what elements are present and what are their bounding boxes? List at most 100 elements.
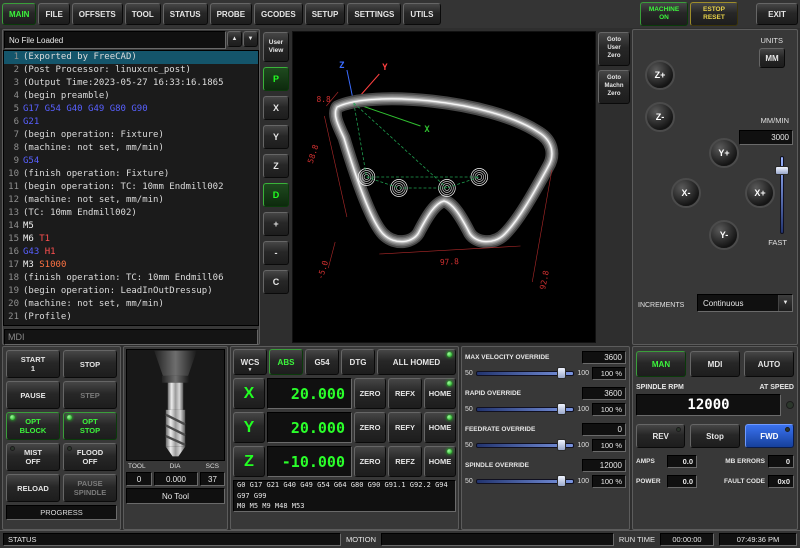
gcode-listing[interactable]: 1(Exported by FreeCAD)2(Post Processor: … xyxy=(3,50,259,326)
pause-button[interactable]: PAUSE xyxy=(6,381,60,409)
zero-y-button[interactable]: ZERO xyxy=(354,412,386,443)
wcs-dropdown-button[interactable]: WCS▼ xyxy=(233,349,267,375)
gcode-line[interactable]: 20(machine: not set, mm/min) xyxy=(4,298,258,311)
menu-status[interactable]: STATUS xyxy=(163,3,208,25)
view-x-button[interactable]: X xyxy=(263,96,289,120)
slider-handle[interactable] xyxy=(557,439,566,451)
gcode-line[interactable]: 19(begin operation: LeadInOutDressup) xyxy=(4,285,258,298)
pause-spindle-button[interactable]: PAUSE SPINDLE xyxy=(63,474,117,502)
gcode-line[interactable]: 16G43 H1 xyxy=(4,246,258,259)
jog-x-plus-button[interactable]: X+ xyxy=(745,178,775,208)
view-z-button[interactable]: Z xyxy=(263,154,289,178)
gcode-line[interactable]: 4(begin preamble) xyxy=(4,90,258,103)
units-mm-button[interactable]: MM xyxy=(759,48,785,68)
man-mode-button[interactable]: MAN xyxy=(636,351,686,377)
max-velocity-slider[interactable] xyxy=(476,366,575,380)
zero-x-button[interactable]: ZERO xyxy=(354,378,386,409)
jog-z-plus-button[interactable]: Z+ xyxy=(645,60,675,90)
opt-stop-button[interactable]: OPT STOP xyxy=(63,412,117,440)
view-p-button[interactable]: P xyxy=(263,67,289,91)
gcode-line[interactable]: 6G21 xyxy=(4,116,258,129)
slider-handle[interactable] xyxy=(557,475,566,487)
z-axis-button[interactable]: Z xyxy=(233,446,265,477)
gcode-line[interactable]: 9G54 xyxy=(4,155,258,168)
chevron-down-icon[interactable]: ▼ xyxy=(778,295,792,311)
gcode-line[interactable]: 10(finish operation: Fixture) xyxy=(4,168,258,181)
gcode-line[interactable]: 18(finish operation: TC: 10mm Endmill06 xyxy=(4,272,258,285)
jog-y-minus-button[interactable]: Y- xyxy=(709,220,739,250)
menu-tool[interactable]: TOOL xyxy=(125,3,161,25)
start-button[interactable]: START 1 xyxy=(6,350,60,378)
home-y-button[interactable]: HOME xyxy=(424,412,456,443)
jog-speed-slider-handle[interactable] xyxy=(775,166,789,175)
menu-offsets[interactable]: OFFSETS xyxy=(72,3,123,25)
spindle-fwd-button[interactable]: FWD xyxy=(745,424,794,448)
menu-main[interactable]: MAIN xyxy=(2,3,36,25)
spindle-override-slider[interactable] xyxy=(476,474,575,488)
zero-z-button[interactable]: ZERO xyxy=(354,446,386,477)
mdi-input[interactable] xyxy=(4,329,258,345)
gcode-line[interactable]: 12(machine: not set, mm/min) xyxy=(4,194,258,207)
goto-user-zero-button[interactable]: Goto User Zero xyxy=(598,32,630,66)
home-z-button[interactable]: HOME xyxy=(424,446,456,477)
jog-x-minus-button[interactable]: X- xyxy=(671,178,701,208)
gcode-line[interactable]: 1(Exported by FreeCAD) xyxy=(4,51,258,64)
gcode-line[interactable]: 5G17 G54 G40 G49 G80 G90 xyxy=(4,103,258,116)
menu-utils[interactable]: UTILS xyxy=(403,3,440,25)
jog-z-minus-button[interactable]: Z- xyxy=(645,102,675,132)
gcode-line[interactable]: 8(machine: not set, mm/min) xyxy=(4,142,258,155)
menu-settings[interactable]: SETTINGS xyxy=(347,3,401,25)
gcode-line[interactable]: 17M3 S1000 xyxy=(4,259,258,272)
x-axis-button[interactable]: X xyxy=(233,378,265,409)
dtg-button[interactable]: DTG xyxy=(341,349,375,375)
menu-setup[interactable]: SETUP xyxy=(305,3,346,25)
mist-button[interactable]: MIST OFF xyxy=(6,443,60,471)
goto-machine-zero-button[interactable]: Goto Machn Zero xyxy=(598,70,630,104)
estop-reset-button[interactable]: ESTOP RESET xyxy=(690,2,738,26)
loaded-file-combo[interactable]: No File Loaded xyxy=(4,31,226,49)
reload-button[interactable]: RELOAD xyxy=(6,474,60,502)
ref-x-button[interactable]: REFX xyxy=(388,378,422,409)
gcode-line[interactable]: 21(Profile) xyxy=(4,311,258,324)
file-scroll-up-icon[interactable]: ▲ xyxy=(227,31,242,47)
abs-button[interactable]: ABS xyxy=(269,349,303,375)
machine-on-button[interactable]: MACHINE ON xyxy=(640,2,688,26)
gcode-line[interactable]: 13(TC: 10mm Endmill002) xyxy=(4,207,258,220)
feedrate-override-slider[interactable] xyxy=(476,438,575,452)
user-view-button[interactable]: User View xyxy=(263,32,289,62)
mdi-mode-button[interactable]: MDI xyxy=(690,351,740,377)
file-scroll-down-icon[interactable]: ▼ xyxy=(243,31,258,47)
gcode-line[interactable]: 15M6 T1 xyxy=(4,233,258,246)
gcode-line[interactable]: 3(Output Time:2023-05-27 16:33:16.1865 xyxy=(4,77,258,90)
y-axis-button[interactable]: Y xyxy=(233,412,265,443)
ref-z-button[interactable]: REFZ xyxy=(388,446,422,477)
toolpath-canvas[interactable]: Z Y X xyxy=(292,31,596,343)
ref-y-button[interactable]: REFY xyxy=(388,412,422,443)
step-button[interactable]: STEP xyxy=(63,381,117,409)
spindle-stop-button[interactable]: Stop xyxy=(690,424,739,448)
flood-button[interactable]: FLOOD OFF xyxy=(63,443,117,471)
menu-gcodes[interactable]: GCODES xyxy=(254,3,303,25)
menu-probe[interactable]: PROBE xyxy=(210,3,252,25)
clear-plot-button[interactable]: C xyxy=(263,270,289,294)
gcode-line[interactable]: 11(begin operation: TC: 10mm Endmill002 xyxy=(4,181,258,194)
opt-block-button[interactable]: OPT BLOCK xyxy=(6,412,60,440)
zoom-in-button[interactable]: + xyxy=(263,212,289,236)
exit-button[interactable]: EXIT xyxy=(756,3,798,25)
rapid-override-slider[interactable] xyxy=(476,402,575,416)
stop-button[interactable]: STOP xyxy=(63,350,117,378)
gcode-line[interactable]: 7(begin operation: Fixture) xyxy=(4,129,258,142)
spindle-rev-button[interactable]: REV xyxy=(636,424,685,448)
zoom-out-button[interactable]: - xyxy=(263,241,289,265)
gcode-line[interactable]: 14M5 xyxy=(4,220,258,233)
slider-handle[interactable] xyxy=(557,403,566,415)
menu-file[interactable]: FILE xyxy=(38,3,69,25)
increment-select[interactable]: Continuous ▼ xyxy=(697,294,793,312)
gcode-line[interactable]: 2(Post Processor: linuxcnc_post) xyxy=(4,64,258,77)
g54-button[interactable]: G54 xyxy=(305,349,339,375)
slider-handle[interactable] xyxy=(557,367,566,379)
jog-y-plus-button[interactable]: Y+ xyxy=(709,138,739,168)
auto-mode-button[interactable]: AUTO xyxy=(744,351,794,377)
home-x-button[interactable]: HOME xyxy=(424,378,456,409)
view-dimensions-button[interactable]: D xyxy=(263,183,289,207)
